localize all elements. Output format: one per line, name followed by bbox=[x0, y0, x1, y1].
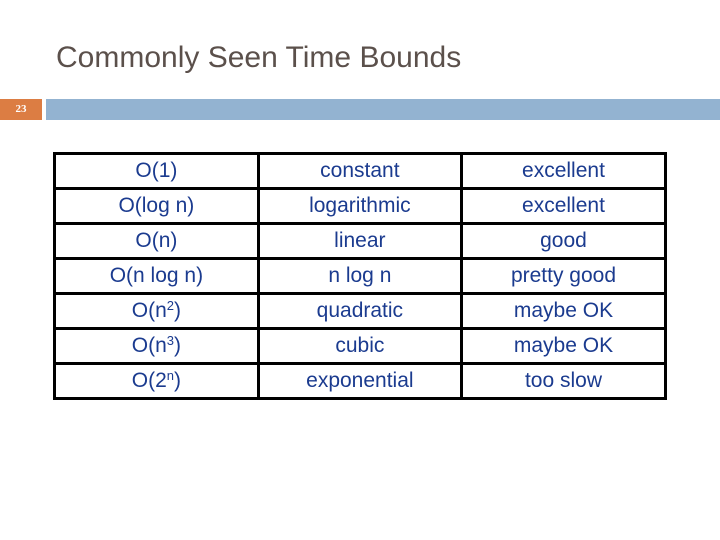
name-cell: cubic bbox=[256, 327, 463, 365]
rating-cell: good bbox=[459, 222, 668, 260]
bound-cell: O(n) bbox=[53, 222, 260, 260]
bound-text: O(n) bbox=[135, 229, 178, 252]
table-row: O(log n) logarithmic excellent bbox=[53, 187, 668, 225]
bound-exponent: 2 bbox=[166, 298, 174, 313]
bound-tail: ) bbox=[174, 299, 181, 322]
name-cell: logarithmic bbox=[256, 187, 463, 225]
name-cell: quadratic bbox=[256, 292, 463, 330]
table-row: O(n log n) n log n pretty good bbox=[53, 257, 668, 295]
table-row: O(n3) cubic maybe OK bbox=[53, 327, 668, 365]
bound-text: O(2 bbox=[131, 369, 167, 392]
bound-cell: O(2n) bbox=[53, 362, 260, 400]
bound-exponent: 3 bbox=[166, 333, 174, 348]
table-row: O(2n) exponential too slow bbox=[53, 362, 668, 400]
bound-cell: O(1) bbox=[53, 152, 260, 190]
time-bounds-table: O(1) constant excellent O(log n) logarit… bbox=[53, 152, 668, 400]
bound-cell: O(n3) bbox=[53, 327, 260, 365]
table-row: O(1) constant excellent bbox=[53, 152, 668, 190]
bound-cell: O(log n) bbox=[53, 187, 260, 225]
slide-number-badge: 23 bbox=[0, 99, 42, 120]
slide-title: Commonly Seen Time Bounds bbox=[56, 41, 462, 74]
header-divider-bar bbox=[46, 99, 720, 120]
bound-exponent: n bbox=[166, 368, 174, 383]
rating-cell: excellent bbox=[459, 152, 668, 190]
rating-cell: too slow bbox=[459, 362, 668, 400]
rating-cell: excellent bbox=[459, 187, 668, 225]
table-row: O(n2) quadratic maybe OK bbox=[53, 292, 668, 330]
bound-text: O(n bbox=[131, 299, 167, 322]
bound-tail: ) bbox=[174, 334, 181, 357]
rating-cell: maybe OK bbox=[459, 292, 668, 330]
bound-text: O(n bbox=[131, 334, 167, 357]
bound-cell: O(n log n) bbox=[53, 257, 260, 295]
name-cell: n log n bbox=[256, 257, 463, 295]
name-cell: linear bbox=[256, 222, 463, 260]
slide-number: 23 bbox=[15, 103, 27, 115]
bound-text: O(1) bbox=[135, 159, 178, 182]
rating-cell: maybe OK bbox=[459, 327, 668, 365]
rating-cell: pretty good bbox=[459, 257, 668, 295]
name-cell: constant bbox=[256, 152, 463, 190]
bound-text: O(n log n) bbox=[109, 264, 204, 287]
table-row: O(n) linear good bbox=[53, 222, 668, 260]
bound-text: O(log n) bbox=[118, 194, 195, 217]
bound-tail: ) bbox=[174, 369, 181, 392]
name-cell: exponential bbox=[256, 362, 463, 400]
bound-cell: O(n2) bbox=[53, 292, 260, 330]
